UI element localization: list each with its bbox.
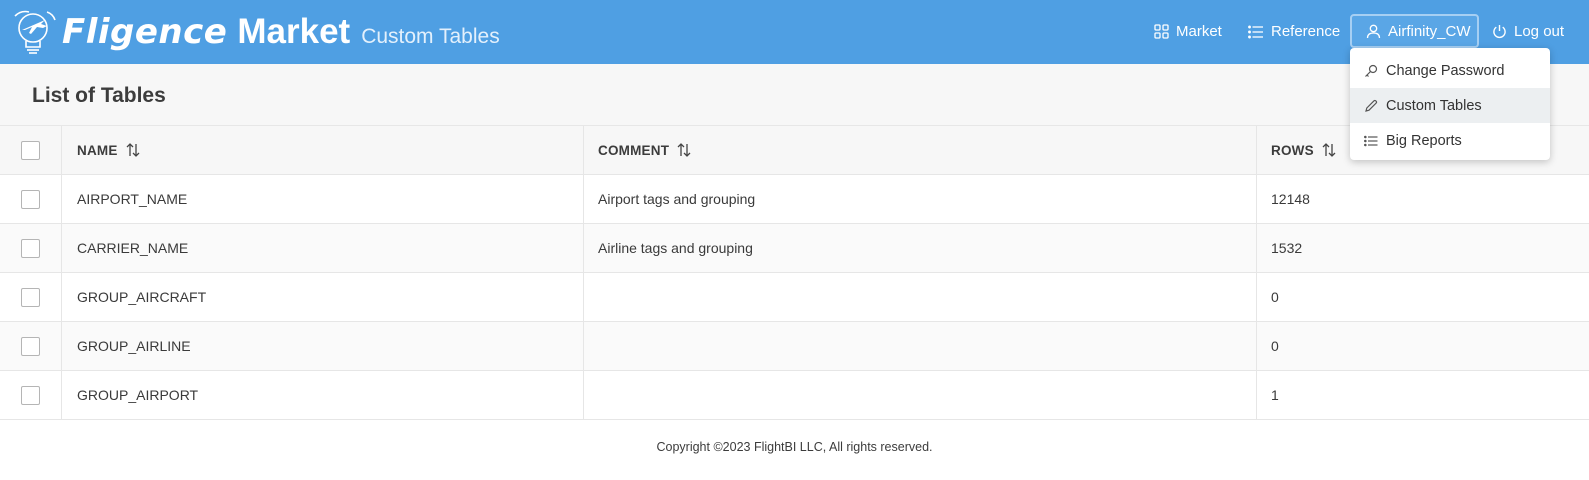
page-title: List of Tables: [32, 84, 166, 107]
row-checkbox[interactable]: [21, 385, 40, 405]
tables-list: NAME COMMENT ROWS AIRPORT_NAME Airport t…: [0, 126, 1589, 420]
column-comment-label: COMMENT: [598, 142, 670, 158]
cell-comment: Airport tags and grouping: [584, 175, 1257, 223]
select-all-cell: [0, 126, 62, 174]
menu-item-big-reports[interactable]: Big Reports: [1350, 123, 1550, 158]
table-row[interactable]: AIRPORT_NAME Airport tags and grouping 1…: [0, 175, 1589, 224]
list-icon: [1248, 25, 1263, 38]
row-checkbox[interactable]: [21, 287, 40, 307]
cell-name: GROUP_AIRLINE: [62, 322, 584, 370]
user-menu-button[interactable]: Airfinity_CW: [1350, 14, 1479, 48]
cell-rows: 12148: [1271, 191, 1310, 207]
brand-name-part1: Fligence: [62, 12, 228, 52]
row-checkbox[interactable]: [21, 336, 40, 356]
table-row[interactable]: GROUP_AIRPORT 1: [0, 371, 1589, 420]
row-select-cell: [0, 322, 62, 370]
row-checkbox[interactable]: [21, 238, 40, 258]
cell-name: CARRIER_NAME: [62, 224, 584, 272]
row-select-cell: [0, 273, 62, 321]
column-rows-label: ROWS: [1271, 142, 1314, 158]
cell-rows: 0: [1271, 289, 1279, 305]
sort-icon[interactable]: [125, 142, 141, 158]
cell-rows: 0: [1271, 338, 1279, 354]
cell-rows: 1532: [1271, 240, 1303, 256]
brand: Fligence Market Custom Tables: [62, 12, 500, 52]
list-icon: [1364, 135, 1378, 146]
row-select-cell: [0, 175, 62, 223]
table-row[interactable]: GROUP_AIRLINE 0: [0, 322, 1589, 371]
power-icon: [1493, 25, 1506, 39]
grid-icon: [1154, 24, 1169, 39]
footer-copyright: Copyright ©2023 FlightBI LLC, All rights…: [656, 440, 933, 454]
menu-item-change-password[interactable]: Change Password: [1350, 53, 1550, 88]
user-name-label: Airfinity_CW: [1388, 22, 1471, 40]
select-all-checkbox[interactable]: [21, 140, 40, 160]
row-select-cell: [0, 224, 62, 272]
key-icon: [1365, 64, 1378, 77]
cell-rows: 1: [1271, 387, 1279, 403]
menu-item-label: Custom Tables: [1386, 97, 1482, 114]
cell-comment: [584, 371, 1257, 419]
nav-reference-label: Reference: [1271, 23, 1341, 40]
sort-icon[interactable]: [676, 142, 692, 158]
logout-button[interactable]: Log out: [1492, 15, 1564, 48]
cell-comment: [584, 273, 1257, 321]
menu-item-label: Change Password: [1386, 62, 1505, 79]
cell-name: GROUP_AIRCRAFT: [62, 273, 584, 321]
nav-market-label: Market: [1176, 23, 1222, 40]
column-name-label: NAME: [77, 142, 118, 158]
cell-comment: [584, 322, 1257, 370]
cell-name: AIRPORT_NAME: [62, 175, 584, 223]
sort-icon[interactable]: [1321, 142, 1337, 158]
menu-item-custom-tables[interactable]: Custom Tables: [1350, 88, 1550, 123]
menu-item-label: Big Reports: [1386, 132, 1462, 149]
pencil-icon: [1365, 99, 1378, 112]
table-row[interactable]: GROUP_AIRCRAFT 0: [0, 273, 1589, 322]
table-row[interactable]: CARRIER_NAME Airline tags and grouping 1…: [0, 224, 1589, 273]
row-select-cell: [0, 371, 62, 419]
brand-name-part2: Market: [237, 12, 351, 51]
nav-market[interactable]: Market: [1154, 15, 1222, 48]
row-checkbox[interactable]: [21, 189, 40, 209]
column-header-name[interactable]: NAME: [62, 126, 584, 174]
cell-name: GROUP_AIRPORT: [62, 371, 584, 419]
nav-reference[interactable]: Reference: [1248, 15, 1340, 48]
logout-label: Log out: [1514, 23, 1565, 40]
column-header-comment[interactable]: COMMENT: [584, 126, 1257, 174]
user-dropdown-menu: Change Password Custom Tables Big Report…: [1350, 48, 1550, 160]
header-subtitle: Custom Tables: [361, 25, 500, 48]
logo-lightbulb-plane-icon: [14, 10, 56, 54]
cell-comment: Airline tags and grouping: [584, 224, 1257, 272]
user-icon: [1366, 24, 1381, 38]
